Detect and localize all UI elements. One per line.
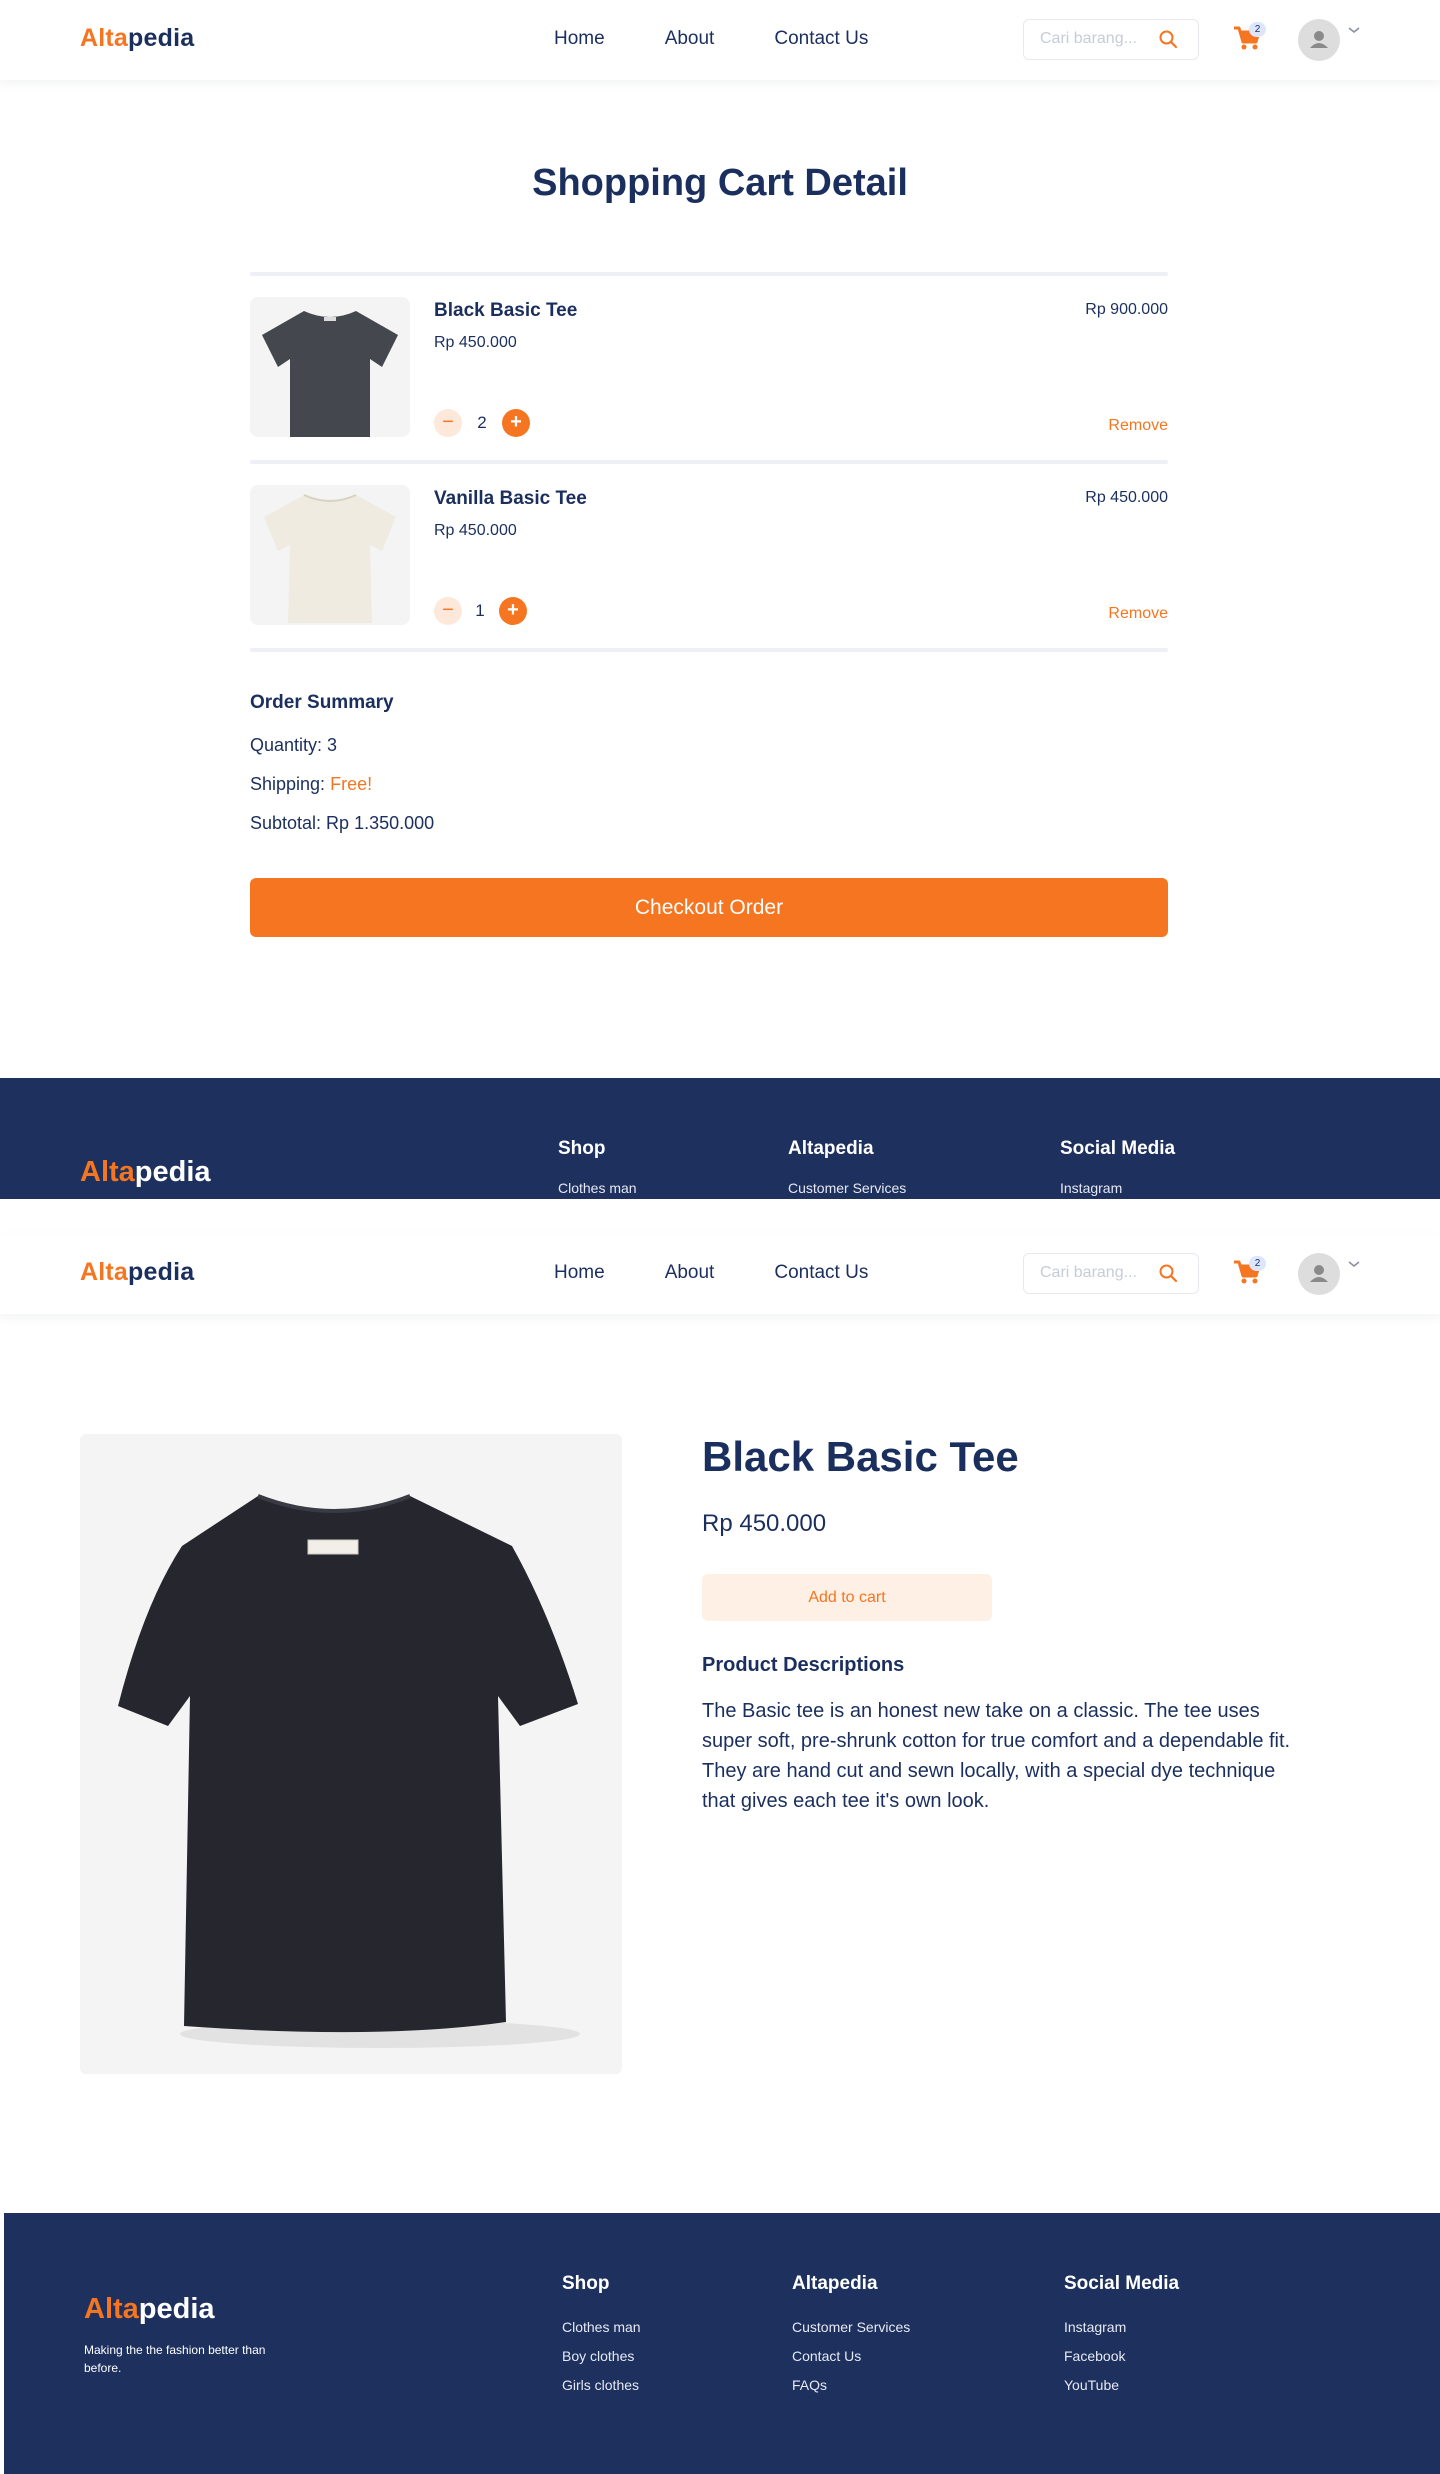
footer-logo-part1: Alta — [84, 2293, 139, 2325]
summary-subtotal: Subtotal: Rp 1.350.000 — [250, 813, 435, 833]
nav-home[interactable]: Home — [554, 1262, 605, 1284]
cart-item-total: Rp 450.000 — [1085, 489, 1168, 506]
footer-altapedia-title: Altapedia — [792, 2273, 878, 2294]
shipping-value: Free! — [330, 774, 373, 794]
footer-altapedia-title: Altapedia — [788, 1138, 874, 1159]
divider — [250, 460, 1168, 464]
brand-logo-part2: pedia — [128, 24, 195, 52]
footer-link[interactable]: Clothes man — [558, 1180, 637, 1196]
cart-item-name[interactable]: Black Basic Tee — [434, 300, 577, 322]
decrease-quantity-button[interactable]: − — [434, 597, 462, 625]
footer-logo-part1: Alta — [80, 1156, 135, 1188]
nav-links: Home About Contact Us — [554, 1262, 868, 1284]
summary-shipping: Shipping: Free! — [250, 774, 372, 795]
nav-about[interactable]: About — [665, 28, 715, 50]
description-title: Product Descriptions — [702, 1654, 905, 1676]
footer-tagline: Making the the fashion better than befor… — [84, 2343, 266, 2375]
tshirt-image — [262, 311, 398, 437]
footer-logo-part2: pedia — [138, 2293, 215, 2325]
brand-logo[interactable]: Altapedia — [80, 1258, 194, 1287]
cart-badge: 2 — [1249, 22, 1266, 37]
remove-button[interactable]: Remove — [1108, 605, 1168, 623]
brand-logo-part1: Alta — [80, 24, 129, 52]
footer-link[interactable]: Instagram — [1060, 1180, 1122, 1196]
footer-link[interactable]: Clothes man — [562, 2319, 641, 2335]
search-input[interactable] — [1040, 1264, 1160, 1282]
tshirt-image — [118, 1494, 580, 2048]
chevron-down-icon[interactable] — [1347, 1259, 1361, 1269]
remove-button[interactable]: Remove — [1108, 417, 1168, 435]
footer-shop-title: Shop — [558, 1138, 606, 1159]
footer-link[interactable]: Girls clothes — [562, 2377, 639, 2393]
shipping-label: Shipping: — [250, 774, 326, 794]
cart-badge: 2 — [1249, 1256, 1266, 1271]
footer-link[interactable]: Contact Us — [792, 2348, 861, 2364]
footer: Altapedia Making the the fashion better … — [4, 2213, 1440, 2474]
product-price: Rp 450.000 — [702, 1510, 827, 1537]
product-name: Black Basic Tee — [702, 1433, 1019, 1480]
cart-item-price: Rp 450.000 — [434, 522, 517, 539]
nav-links: Home About Contact Us — [554, 28, 868, 50]
navbar: Altapedia Home About Contact Us 2 — [0, 0, 1440, 80]
nav-about[interactable]: About — [665, 1262, 715, 1284]
product-image — [80, 1434, 622, 2074]
increase-quantity-button[interactable]: + — [502, 409, 530, 437]
divider — [250, 272, 1168, 276]
quantity-value: 2 — [477, 413, 487, 432]
footer-social-title: Social Media — [1064, 2273, 1180, 2294]
footer-link[interactable]: Instagram — [1064, 2319, 1126, 2335]
cart-button[interactable]: 2 — [1232, 22, 1268, 54]
brand-logo-part2: pedia — [128, 1258, 195, 1286]
navbar: Altapedia Home About Contact Us 2 — [0, 1234, 1440, 1314]
search-icon[interactable] — [1158, 29, 1178, 49]
footer-logo-part2: pedia — [134, 1156, 211, 1188]
search-box — [1023, 1253, 1199, 1294]
tshirt-image — [264, 494, 396, 623]
brand-logo[interactable]: Altapedia — [80, 24, 194, 53]
product-description: The Basic tee is an honest new take on a… — [702, 1700, 1291, 1812]
decrease-quantity-button[interactable]: − — [434, 409, 462, 437]
footer-link[interactable]: Customer Services — [792, 2319, 910, 2335]
nav-contact[interactable]: Contact Us — [774, 28, 868, 50]
divider — [250, 648, 1168, 652]
page-title: Shopping Cart Detail — [532, 162, 908, 204]
cart-item-name[interactable]: Vanilla Basic Tee — [434, 488, 587, 510]
increase-quantity-button[interactable]: + — [499, 597, 527, 625]
footer-link[interactable]: Boy clothes — [562, 2348, 634, 2364]
nav-home[interactable]: Home — [554, 28, 605, 50]
cart-item-image — [250, 485, 410, 625]
footer-social-title: Social Media — [1060, 1138, 1176, 1159]
footer-logo[interactable]: Altapedia — [84, 2293, 215, 2326]
footer-link[interactable]: FAQs — [792, 2377, 827, 2393]
add-to-cart-button[interactable]: Add to cart — [702, 1574, 992, 1621]
quantity-value: 1 — [475, 601, 485, 620]
footer: Altapedia Shop Altapedia Social Media Cl… — [0, 1078, 1440, 1199]
search-box — [1023, 19, 1199, 60]
chevron-down-icon[interactable] — [1347, 25, 1361, 35]
footer-shop-title: Shop — [562, 2273, 610, 2294]
cart-item-image — [250, 297, 410, 437]
checkout-button[interactable]: Checkout Order — [250, 878, 1168, 937]
footer-link[interactable]: YouTube — [1064, 2377, 1119, 2393]
avatar[interactable] — [1298, 19, 1340, 61]
footer-logo[interactable]: Altapedia — [80, 1156, 211, 1189]
user-icon — [1310, 31, 1328, 48]
footer-link[interactable]: Customer Services — [788, 1180, 906, 1196]
search-input[interactable] — [1040, 30, 1160, 48]
user-icon — [1310, 1265, 1328, 1282]
search-icon[interactable] — [1158, 1263, 1178, 1283]
order-summary-title: Order Summary — [250, 692, 394, 713]
cart-item-total: Rp 900.000 — [1085, 301, 1168, 318]
summary-quantity: Quantity: 3 — [250, 735, 338, 755]
avatar[interactable] — [1298, 1253, 1340, 1295]
footer-link[interactable]: Facebook — [1064, 2348, 1125, 2364]
cart-button[interactable]: 2 — [1232, 1256, 1268, 1288]
brand-logo-part1: Alta — [80, 1258, 129, 1286]
nav-contact[interactable]: Contact Us — [774, 1262, 868, 1284]
cart-item-price: Rp 450.000 — [434, 334, 517, 351]
